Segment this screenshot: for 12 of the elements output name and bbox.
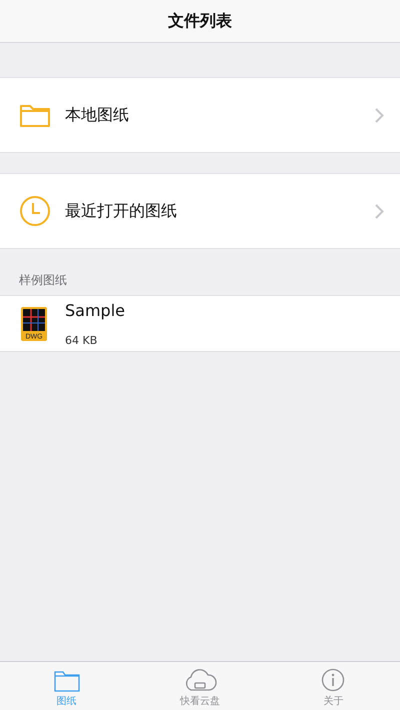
file-size: 64 KB — [65, 334, 98, 346]
folder-icon — [19, 102, 51, 128]
clock-icon — [19, 195, 51, 227]
chevron-icon — [375, 108, 384, 122]
menu-row[interactable]: 最近打开的图纸 — [0, 173, 400, 249]
folder-icon — [54, 670, 80, 692]
info-icon — [321, 668, 346, 692]
menu-row[interactable]: 本地图纸 — [0, 77, 400, 153]
nav-title: 文件列表 — [168, 10, 232, 32]
file-name: Sample — [65, 300, 125, 320]
chevron-icon — [375, 204, 384, 218]
section-header: 样例图纸 — [19, 272, 67, 289]
